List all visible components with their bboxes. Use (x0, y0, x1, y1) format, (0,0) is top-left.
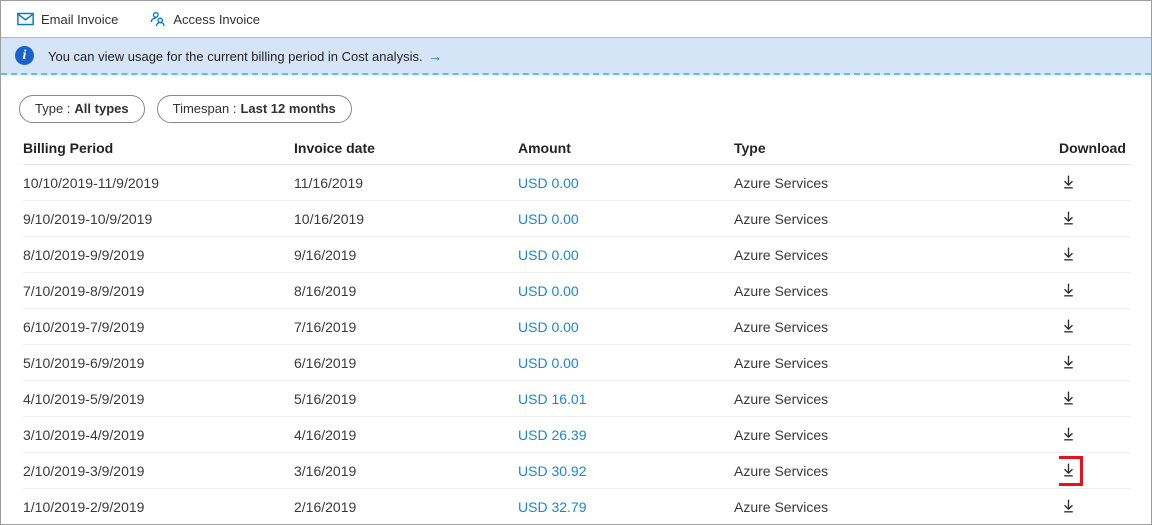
type-cell: Azure Services (734, 489, 1059, 525)
type-cell: Azure Services (734, 453, 1059, 489)
download-icon (1060, 390, 1077, 407)
table-row: 1/10/2019-2/9/2019 2/16/2019 USD 32.79 A… (23, 489, 1131, 525)
amount-link[interactable]: USD 0.00 (518, 211, 579, 227)
invoice-date-cell: 9/16/2019 (294, 237, 518, 273)
type-cell: Azure Services (734, 201, 1059, 237)
banner-message[interactable]: You can view usage for the current billi… (48, 48, 442, 64)
invoice-date-cell: 6/16/2019 (294, 345, 518, 381)
invoices-page: Email Invoice Access Invoice i You can v… (0, 0, 1152, 525)
billing-period-cell: 3/10/2019-4/9/2019 (23, 417, 294, 453)
download-button[interactable] (1059, 204, 1083, 234)
amount-link[interactable]: USD 32.79 (518, 499, 586, 515)
billing-period-cell: 5/10/2019-6/9/2019 (23, 345, 294, 381)
amount-link[interactable]: USD 0.00 (518, 283, 579, 299)
col-type: Type (734, 133, 1059, 165)
invoice-date-cell: 11/16/2019 (294, 165, 518, 201)
timespan-filter-value: Last 12 months (240, 101, 335, 117)
type-filter-value: All types (74, 101, 128, 117)
table-row: 9/10/2019-10/9/2019 10/16/2019 USD 0.00 … (23, 201, 1131, 237)
table-row: 6/10/2019-7/9/2019 7/16/2019 USD 0.00 Az… (23, 309, 1131, 345)
people-icon (150, 11, 166, 27)
download-icon (1060, 282, 1077, 299)
download-button[interactable] (1059, 240, 1083, 270)
download-button[interactable] (1059, 420, 1083, 450)
download-button[interactable] (1059, 312, 1083, 342)
type-filter-label: Type : (35, 101, 70, 117)
invoices-table: Billing Period Invoice date Amount Type … (23, 133, 1131, 525)
billing-period-cell: 10/10/2019-11/9/2019 (23, 165, 294, 201)
access-invoice-label: Access Invoice (173, 12, 260, 27)
download-button[interactable] (1059, 168, 1083, 198)
billing-period-cell: 4/10/2019-5/9/2019 (23, 381, 294, 417)
download-button[interactable] (1059, 276, 1083, 306)
col-invoice-date: Invoice date (294, 133, 518, 165)
download-icon (1060, 462, 1077, 479)
table-row: 4/10/2019-5/9/2019 5/16/2019 USD 16.01 A… (23, 381, 1131, 417)
amount-link[interactable]: USD 16.01 (518, 391, 586, 407)
type-filter-pill[interactable]: Type : All types (19, 95, 145, 123)
download-icon (1060, 426, 1077, 443)
table-row: 8/10/2019-9/9/2019 9/16/2019 USD 0.00 Az… (23, 237, 1131, 273)
amount-link[interactable]: USD 0.00 (518, 175, 579, 191)
download-icon (1060, 354, 1077, 371)
type-cell: Azure Services (734, 345, 1059, 381)
invoice-date-cell: 7/16/2019 (294, 309, 518, 345)
table-header-row: Billing Period Invoice date Amount Type … (23, 133, 1131, 165)
download-icon (1060, 318, 1077, 335)
arrow-right-icon: → (428, 48, 442, 64)
download-button[interactable] (1059, 348, 1083, 378)
download-button[interactable] (1059, 456, 1083, 486)
type-cell: Azure Services (734, 417, 1059, 453)
email-invoice-label: Email Invoice (41, 12, 118, 27)
type-cell: Azure Services (734, 309, 1059, 345)
amount-link[interactable]: USD 30.92 (518, 463, 586, 479)
download-icon (1060, 174, 1077, 191)
invoice-date-cell: 8/16/2019 (294, 273, 518, 309)
access-invoice-button[interactable]: Access Invoice (148, 7, 262, 31)
download-icon (1060, 246, 1077, 263)
billing-period-cell: 8/10/2019-9/9/2019 (23, 237, 294, 273)
amount-link[interactable]: USD 0.00 (518, 355, 579, 371)
col-download: Download (1059, 133, 1131, 165)
invoice-date-cell: 5/16/2019 (294, 381, 518, 417)
amount-link[interactable]: USD 0.00 (518, 319, 579, 335)
invoice-date-cell: 10/16/2019 (294, 201, 518, 237)
col-billing-period: Billing Period (23, 133, 294, 165)
table-row: 5/10/2019-6/9/2019 6/16/2019 USD 0.00 Az… (23, 345, 1131, 381)
download-button[interactable] (1059, 492, 1083, 522)
info-icon: i (15, 46, 34, 65)
banner-text: You can view usage for the current billi… (48, 49, 423, 64)
billing-period-cell: 7/10/2019-8/9/2019 (23, 273, 294, 309)
download-button[interactable] (1059, 384, 1083, 414)
table-row: 2/10/2019-3/9/2019 3/16/2019 USD 30.92 A… (23, 453, 1131, 489)
timespan-filter-pill[interactable]: Timespan : Last 12 months (157, 95, 352, 123)
download-icon (1060, 210, 1077, 227)
invoice-date-cell: 2/16/2019 (294, 489, 518, 525)
type-cell: Azure Services (734, 237, 1059, 273)
filter-bar: Type : All types Timespan : Last 12 mont… (1, 75, 1151, 133)
type-cell: Azure Services (734, 273, 1059, 309)
invoice-date-cell: 3/16/2019 (294, 453, 518, 489)
table-row: 3/10/2019-4/9/2019 4/16/2019 USD 26.39 A… (23, 417, 1131, 453)
type-cell: Azure Services (734, 381, 1059, 417)
command-bar: Email Invoice Access Invoice (1, 1, 1151, 38)
billing-period-cell: 9/10/2019-10/9/2019 (23, 201, 294, 237)
table-row: 10/10/2019-11/9/2019 11/16/2019 USD 0.00… (23, 165, 1131, 201)
timespan-filter-label: Timespan : (173, 101, 237, 117)
col-amount: Amount (518, 133, 734, 165)
billing-period-cell: 1/10/2019-2/9/2019 (23, 489, 294, 525)
billing-period-cell: 2/10/2019-3/9/2019 (23, 453, 294, 489)
email-invoice-button[interactable]: Email Invoice (15, 8, 120, 31)
invoice-date-cell: 4/16/2019 (294, 417, 518, 453)
billing-period-cell: 6/10/2019-7/9/2019 (23, 309, 294, 345)
amount-link[interactable]: USD 26.39 (518, 427, 586, 443)
info-banner: i You can view usage for the current bil… (1, 38, 1151, 75)
email-icon (17, 12, 34, 26)
download-icon (1060, 498, 1077, 515)
table-row: 7/10/2019-8/9/2019 8/16/2019 USD 0.00 Az… (23, 273, 1131, 309)
amount-link[interactable]: USD 0.00 (518, 247, 579, 263)
type-cell: Azure Services (734, 165, 1059, 201)
